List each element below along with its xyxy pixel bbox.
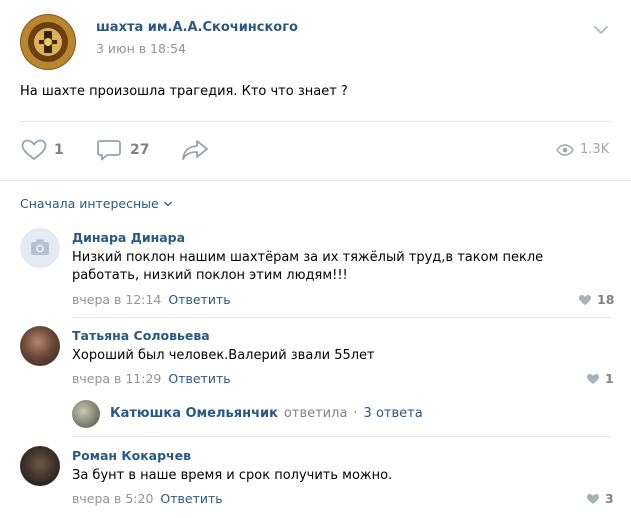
chevron-down-icon — [163, 201, 172, 206]
show-replies-link[interactable]: Катюшка Омельянчик ответила · 3 ответа — [110, 406, 423, 421]
heart-icon — [579, 294, 591, 305]
comment-divider — [72, 317, 611, 318]
heart-icon — [587, 373, 599, 384]
comment-avatar[interactable] — [20, 228, 60, 268]
comment-author[interactable]: Динара Динара — [72, 230, 185, 245]
comment-avatar[interactable] — [20, 446, 60, 486]
eye-icon — [556, 143, 574, 156]
comment-author[interactable]: Роман Кокарчев — [72, 448, 191, 463]
views-counter: 1.3K — [556, 142, 609, 157]
reply-button[interactable]: Ответить — [160, 491, 222, 506]
comment-meta: вчера в 5:20 Ответить — [72, 491, 223, 506]
heart-icon — [21, 139, 47, 160]
comment-like-button[interactable]: 18 — [578, 292, 614, 307]
comment-count: 27 — [130, 142, 150, 158]
comment-like-button[interactable]: 1 — [586, 371, 614, 386]
views-count: 1.3K — [580, 142, 610, 157]
comment-divider — [72, 436, 611, 437]
comment-like-count: 18 — [597, 292, 615, 307]
comment-author[interactable]: Татьяна Соловьева — [72, 328, 210, 343]
reply-button[interactable]: Ответить — [168, 292, 230, 307]
share-button[interactable] — [180, 138, 210, 162]
comment-meta: вчера в 11:29 Ответить — [72, 371, 231, 386]
comment-avatar[interactable] — [20, 326, 60, 366]
post-text: На шахте произошла трагедия. Кто что зна… — [20, 84, 348, 99]
post-menu-chevron-icon[interactable] — [592, 24, 610, 36]
comment-like-count: 3 — [605, 491, 614, 506]
share-arrow-icon — [182, 140, 208, 160]
comment-meta: вчера в 12:14 Ответить — [72, 292, 231, 307]
comment-time[interactable]: вчера в 5:20 — [72, 491, 153, 506]
mine-emblem-icon — [21, 15, 75, 69]
post-divider — [20, 121, 611, 122]
post-author[interactable]: шахта им.А.А.Скочинского — [96, 20, 298, 35]
camera-placeholder-icon — [31, 239, 49, 255]
comment-text: Низкий поклон нашим шахтёрам за их тяжёл… — [72, 250, 544, 283]
post-date[interactable]: 3 июн в 18:54 — [96, 41, 186, 56]
comment-text: За бунт в наше время и срок получить мож… — [72, 468, 393, 483]
comment-text: Хороший был человек.Валерий звали 55лет — [72, 348, 375, 363]
comment-icon — [97, 140, 121, 161]
reply-count: 3 ответа — [363, 406, 423, 421]
reply-author-avatar[interactable] — [72, 400, 100, 428]
actions-divider — [0, 180, 631, 181]
reply-verb: ответила — [283, 406, 348, 421]
like-count: 1 — [54, 142, 64, 158]
heart-icon — [587, 493, 599, 504]
comments-sort-dropdown[interactable]: Сначала интересные — [20, 196, 173, 211]
like-button[interactable]: 1 — [20, 138, 64, 162]
comment-like-count: 1 — [605, 371, 614, 386]
comment-button[interactable]: 27 — [96, 138, 149, 162]
reply-button[interactable]: Ответить — [168, 371, 230, 386]
comments-sort-label: Сначала интересные — [20, 196, 159, 211]
comment-time[interactable]: вчера в 12:14 — [72, 292, 161, 307]
reply-separator: · — [353, 406, 358, 421]
reply-author: Катюшка Омельянчик — [110, 406, 278, 421]
comment-like-button[interactable]: 3 — [586, 491, 614, 506]
comment-time[interactable]: вчера в 11:29 — [72, 371, 161, 386]
community-avatar[interactable] — [20, 14, 76, 70]
